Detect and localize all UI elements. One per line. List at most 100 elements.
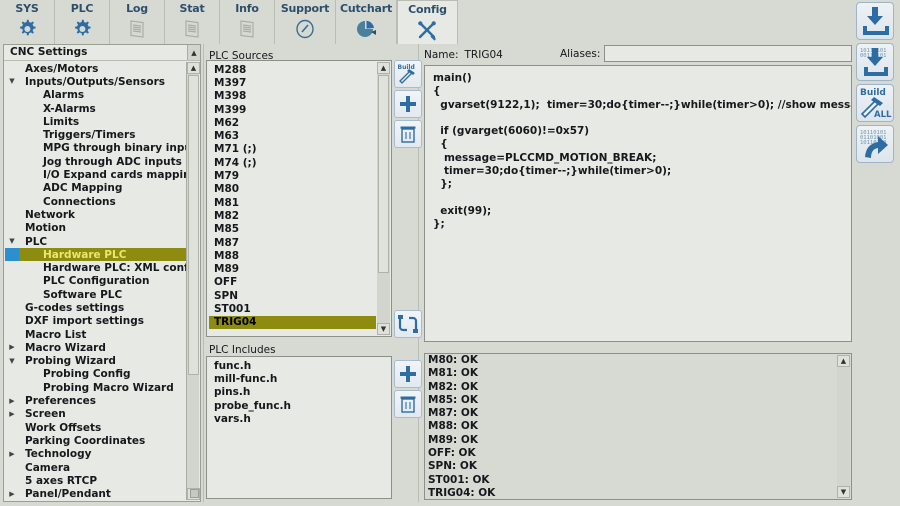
sources-scroll-thumb[interactable]	[378, 75, 389, 273]
tree-expander-25[interactable]: ▶	[5, 394, 19, 407]
tree-vertical-scrollbar[interactable]: ▲ ▼	[186, 62, 199, 500]
plc-include-item[interactable]: pins.h	[209, 386, 389, 399]
sidebar-item-screen[interactable]: ▶Screen	[5, 408, 187, 421]
tab-info[interactable]: Info	[220, 0, 275, 44]
sidebar-item-limits[interactable]: Limits	[5, 115, 187, 128]
sidebar-item-probing-macro-wizard[interactable]: Probing Macro Wizard	[5, 381, 187, 394]
sidebar-item-i-o-expand-cards-mapping[interactable]: I/O Expand cards mapping	[5, 168, 187, 181]
sidebar-item-hardware-plc-xml-configs[interactable]: Hardware PLC: XML configs	[5, 261, 187, 274]
plc-include-item[interactable]: vars.h	[209, 412, 389, 425]
sidebar-item-software-plc[interactable]: Software PLC	[5, 288, 187, 301]
aliases-input[interactable]	[604, 45, 852, 62]
sidebar-item-alarms[interactable]: Alarms	[5, 89, 187, 102]
sidebar-item-probing-config[interactable]: Probing Config	[5, 368, 187, 381]
tab-plc[interactable]: PLC	[55, 0, 110, 44]
download-plc-button[interactable]: 1011010100110101	[856, 43, 894, 81]
sync-button[interactable]	[394, 310, 422, 338]
tree-expander-13[interactable]: ▼	[5, 235, 19, 248]
sidebar-item-jog-through-adc-inputs[interactable]: Jog through ADC inputs	[5, 155, 187, 168]
plc-code-editor[interactable]: main(){ gvarset(9122,1); timer=30;do{tim…	[424, 65, 852, 342]
sidebar-item-macro-wizard[interactable]: ▶Macro Wizard	[5, 341, 187, 354]
add-include-button[interactable]	[394, 360, 422, 388]
plc-source-item[interactable]: M62	[209, 116, 376, 129]
sidebar-item-panel-pendant[interactable]: ▶Panel/Pendant	[5, 488, 187, 501]
plc-source-item[interactable]: OFF	[209, 276, 376, 289]
plc-include-item[interactable]: probe_func.h	[209, 399, 389, 412]
sidebar-item-probing-wizard[interactable]: ▼Probing Wizard	[5, 355, 187, 368]
log-vertical-scrollbar[interactable]: ▲ ▼	[837, 355, 850, 498]
add-source-button[interactable]	[394, 90, 422, 118]
plc-source-item[interactable]: SPN	[209, 289, 376, 302]
sidebar-item-hardware-plc[interactable]: Hardware PLC	[5, 248, 187, 261]
tree-expander-26[interactable]: ▶	[5, 408, 19, 421]
tree-expander-1[interactable]: ▼	[5, 75, 19, 88]
delete-source-button[interactable]	[394, 120, 422, 148]
plc-source-item[interactable]: TRIG04	[209, 316, 376, 329]
sources-vertical-scrollbar[interactable]: ▲ ▼	[377, 62, 390, 335]
plc-source-item[interactable]: M288	[209, 63, 376, 76]
plc-source-item[interactable]: M63	[209, 129, 376, 142]
log-scroll-up-arrow[interactable]: ▲	[837, 355, 850, 367]
tree-expander-22[interactable]: ▼	[5, 355, 19, 368]
sidebar-item-macro-list[interactable]: Macro List	[5, 328, 187, 341]
sidebar-item-g-codes-settings[interactable]: G-codes settings	[5, 301, 187, 314]
plc-includes-listbox[interactable]: func.hmill-func.hpins.hprobe_func.hvars.…	[206, 356, 392, 499]
sidebar-item-network[interactable]: Network	[5, 208, 187, 221]
plc-includes-items[interactable]: func.hmill-func.hpins.hprobe_func.hvars.…	[209, 359, 389, 496]
tree-header-scroll-up-icon[interactable]: ▲	[187, 45, 200, 60]
plc-include-item[interactable]: func.h	[209, 359, 389, 372]
delete-include-button[interactable]	[394, 390, 422, 418]
save-button[interactable]	[856, 2, 894, 40]
sidebar-item-axes-motors[interactable]: Axes/Motors	[5, 62, 187, 75]
tab-cutchart[interactable]: Cutchart	[336, 0, 397, 44]
sidebar-item-parking-coordinates[interactable]: Parking Coordinates	[5, 434, 187, 447]
plc-source-item[interactable]: M80	[209, 183, 376, 196]
sidebar-item-5-axes-rtcp[interactable]: 5 axes RTCP	[5, 474, 187, 487]
sidebar-item-inputs-outputs-sensors[interactable]: ▼Inputs/Outputs/Sensors	[5, 75, 187, 88]
tree-expander-29[interactable]: ▶	[5, 448, 19, 461]
plc-source-item[interactable]: M87	[209, 236, 376, 249]
plc-sources-listbox[interactable]: M288M397M398M399M62M63M71 (;)M74 (;)M79M…	[206, 60, 392, 337]
tree-scroll-up-arrow[interactable]: ▲	[187, 62, 200, 74]
tab-config[interactable]: Config	[397, 0, 458, 44]
sidebar-item-plc[interactable]: ▼PLC	[5, 235, 187, 248]
plc-source-item[interactable]: M71 (;)	[209, 143, 376, 156]
sidebar-item-dxf-import-settings[interactable]: DXF import settings	[5, 315, 187, 328]
plc-source-item[interactable]: M79	[209, 169, 376, 182]
sidebar-item-technology[interactable]: ▶Technology	[5, 448, 187, 461]
sidebar-item-connections[interactable]: Connections	[5, 195, 187, 208]
plc-source-item[interactable]: M82	[209, 209, 376, 222]
tab-log[interactable]: Log	[110, 0, 165, 44]
log-scroll-down-arrow[interactable]: ▼	[837, 486, 850, 498]
tree-expander-21[interactable]: ▶	[5, 341, 19, 354]
build-button[interactable]: Build	[394, 60, 422, 88]
sidebar-item-camera[interactable]: Camera	[5, 461, 187, 474]
sidebar-item-preferences[interactable]: ▶Preferences	[5, 394, 187, 407]
sidebar-item-triggers-timers[interactable]: Triggers/Timers	[5, 128, 187, 141]
tree-resize-grip[interactable]	[190, 489, 199, 498]
plc-source-item[interactable]: M88	[209, 249, 376, 262]
plc-source-item[interactable]: M81	[209, 196, 376, 209]
sidebar-item-mpg-through-binary-inputs[interactable]: MPG through binary inputs	[5, 142, 187, 155]
tab-sys[interactable]: SYS	[0, 0, 55, 44]
sidebar-item-motion[interactable]: Motion	[5, 222, 187, 235]
sources-scroll-up-arrow[interactable]: ▲	[377, 62, 390, 74]
sidebar-item-x-alarms[interactable]: X-Alarms	[5, 102, 187, 115]
sidebar-item-adc-mapping[interactable]: ADC Mapping	[5, 182, 187, 195]
plc-source-item[interactable]: M89	[209, 262, 376, 275]
sidebar-item-work-offsets[interactable]: Work Offsets	[5, 421, 187, 434]
plc-source-item[interactable]: M398	[209, 90, 376, 103]
plc-sources-items[interactable]: M288M397M398M399M62M63M71 (;)M74 (;)M79M…	[209, 63, 376, 334]
tab-stat[interactable]: Stat	[165, 0, 220, 44]
build-all-button[interactable]: BuildALL	[856, 84, 894, 122]
upload-plc-button[interactable]: 101101010110100110110100	[856, 125, 894, 163]
plc-source-item[interactable]: M85	[209, 223, 376, 236]
sidebar-item-plc-configuration[interactable]: PLC Configuration	[5, 275, 187, 288]
plc-include-item[interactable]: mill-func.h	[209, 372, 389, 385]
plc-source-item[interactable]: ST001	[209, 302, 376, 315]
sources-scroll-down-arrow[interactable]: ▼	[377, 323, 390, 335]
plc-source-item[interactable]: M74 (;)	[209, 156, 376, 169]
tab-support[interactable]: Support	[275, 0, 336, 44]
plc-source-item[interactable]: M399	[209, 103, 376, 116]
settings-tree-list[interactable]: Axes/Motors▼Inputs/Outputs/SensorsAlarms…	[5, 62, 187, 500]
